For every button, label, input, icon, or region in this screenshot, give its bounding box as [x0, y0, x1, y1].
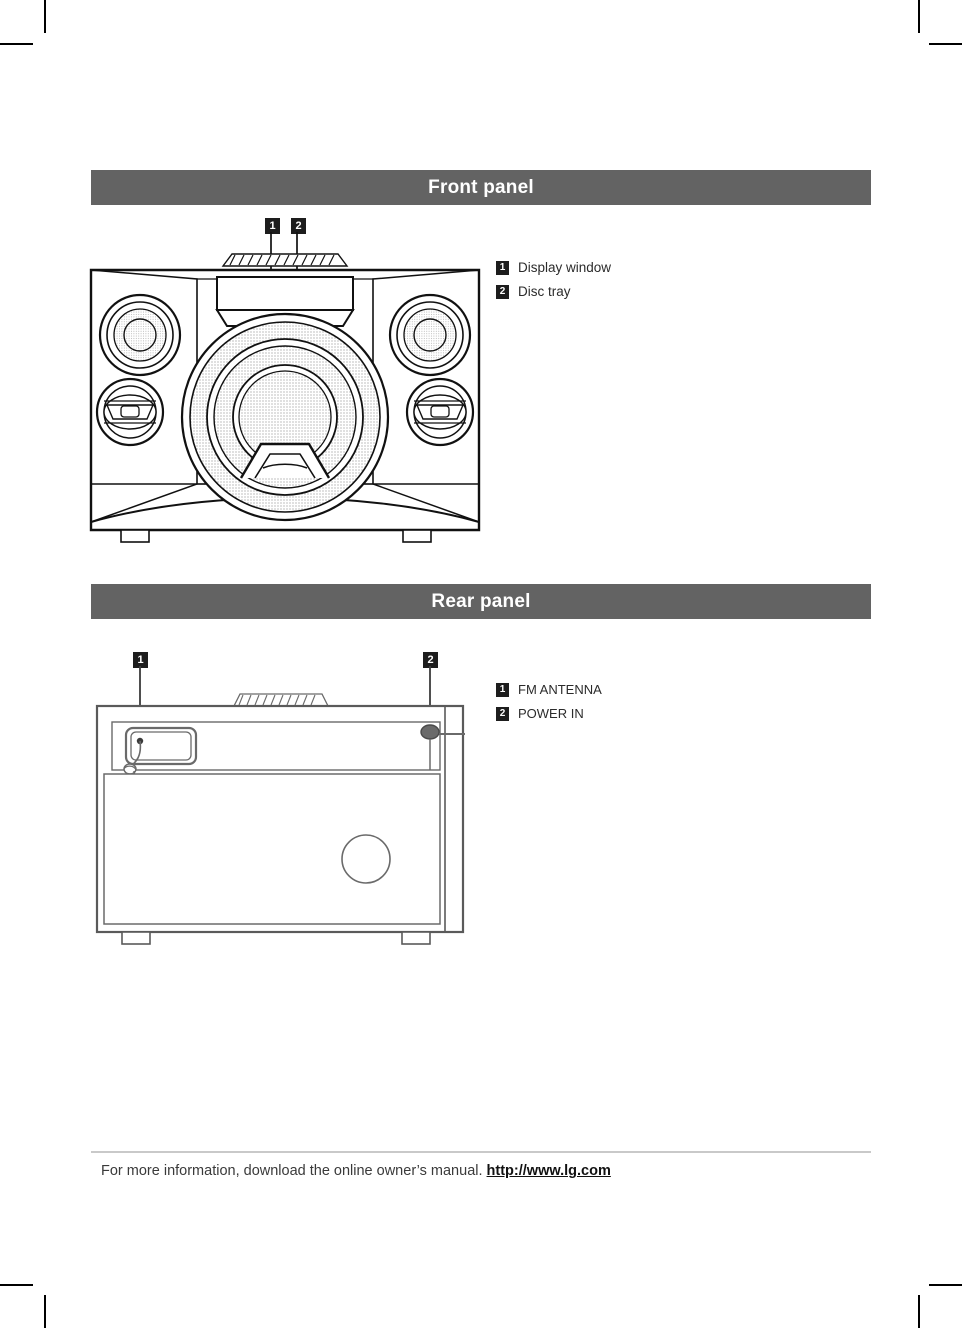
- legend-badge-1: 1: [496, 261, 509, 275]
- crop-mark-top-right-horizontal: [929, 43, 962, 45]
- legend-label-2: Disc tray: [518, 284, 571, 299]
- section-title-rear-panel: Rear panel: [431, 590, 531, 612]
- footer-divider: [91, 1151, 871, 1153]
- crop-mark-top-left-vertical: [44, 0, 46, 33]
- legend-item: 2 POWER IN: [496, 707, 602, 721]
- section-header-front-panel: Front panel: [91, 170, 871, 205]
- rear-panel-illustration: [90, 666, 490, 958]
- front-panel-illustration: [85, 232, 485, 544]
- crop-mark-top-right-vertical: [918, 0, 920, 33]
- front-panel-legend: 1 Display window 2 Disc tray: [496, 261, 611, 309]
- section-title-front-panel: Front panel: [428, 176, 534, 198]
- legend-label-1: Display window: [518, 260, 612, 275]
- crop-mark-bottom-left-horizontal: [0, 1284, 33, 1286]
- footer-note-text: For more information, download the onlin…: [101, 1163, 483, 1179]
- crop-mark-bottom-right-vertical: [918, 1295, 920, 1328]
- legend-badge-1: 1: [496, 683, 509, 697]
- crop-mark-top-left-horizontal: [0, 43, 33, 45]
- legend-item: 2 Disc tray: [496, 285, 611, 299]
- legend-item: 1 Display window: [496, 261, 611, 275]
- rear-panel-legend: 1 FM ANTENNA 2 POWER IN: [496, 683, 602, 731]
- footer-note: For more information, download the onlin…: [101, 1163, 611, 1179]
- legend-badge-2: 2: [496, 707, 509, 721]
- section-header-rear-panel: Rear panel: [91, 584, 871, 619]
- legend-item: 1 FM ANTENNA: [496, 683, 602, 697]
- manual-page: Front panel 1 2 1 Display window 2 Disc …: [0, 0, 962, 1328]
- legend-label-1: FM ANTENNA: [518, 682, 602, 697]
- crop-mark-bottom-left-vertical: [44, 1295, 46, 1328]
- lg-website-link[interactable]: http://www.lg.com: [487, 1163, 611, 1179]
- legend-badge-2: 2: [496, 285, 509, 299]
- crop-mark-bottom-right-horizontal: [929, 1284, 962, 1286]
- legend-label-2: POWER IN: [518, 706, 584, 721]
